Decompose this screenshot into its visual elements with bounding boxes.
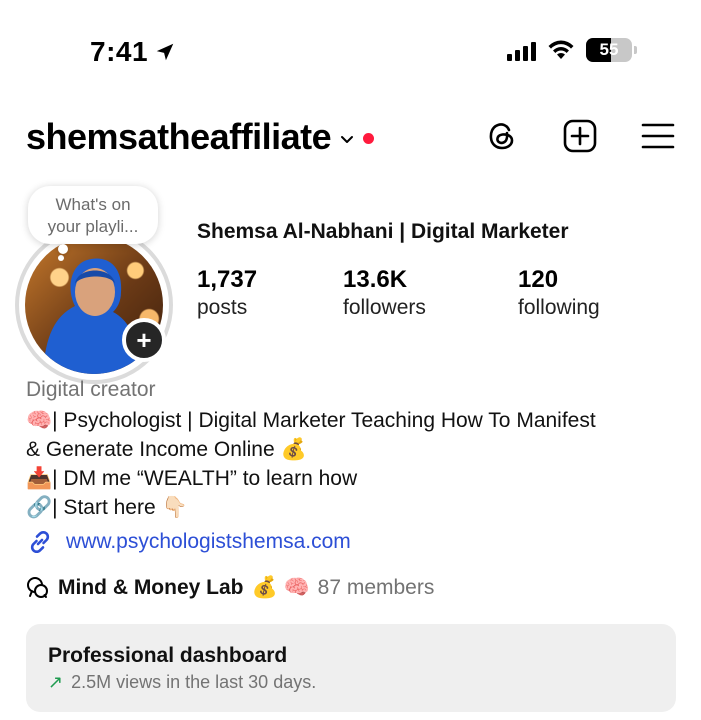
stat-following[interactable]: 120 following [518, 266, 600, 320]
professional-dashboard[interactable]: Professional dashboard ↗ 2.5M views in t… [26, 624, 676, 712]
following-count: 120 [518, 266, 559, 293]
chevron-down-icon[interactable] [339, 132, 355, 148]
note-text: What's on your playli... [47, 195, 139, 236]
dashboard-views: 2.5M views in the last 30 days. [71, 672, 317, 692]
status-bar: 7:41 55 [0, 0, 701, 100]
status-time: 7:41 [90, 36, 176, 68]
dashboard-subtitle: ↗ 2.5M views in the last 30 days. [48, 672, 654, 693]
bio-line: 🧠| Psychologist | Digital Marketer Teach… [26, 409, 596, 432]
note-bubble[interactable]: What's on your playli... [28, 186, 158, 254]
trend-up-icon: ↗ [48, 672, 64, 692]
wifi-icon [548, 40, 574, 59]
stat-posts[interactable]: 1,737 posts [197, 266, 257, 320]
bio-line: 🔗| Start here 👇🏻 [26, 496, 188, 519]
posts-count: 1,737 [197, 266, 258, 293]
profile-header: shemsatheaffiliate [26, 112, 676, 168]
bio-line: 📥| DM me “WEALTH” to learn how [26, 467, 358, 490]
battery-icon: 55 [586, 38, 632, 62]
header-actions [484, 118, 676, 154]
battery-level: 55 [599, 40, 619, 59]
community-chat[interactable]: Mind & Money Lab 💰 🧠 87 members [26, 576, 434, 600]
followers-label: followers [343, 296, 426, 319]
bio-text: 🧠| Psychologist | Digital Marketer Teach… [26, 406, 676, 522]
notification-dot [363, 132, 375, 144]
stat-followers[interactable]: 13.6K followers [343, 266, 426, 320]
community-emojis: 💰 🧠 [251, 576, 310, 599]
community-name[interactable]: Mind & Money Lab [58, 576, 244, 600]
threads-icon[interactable] [484, 118, 520, 154]
posts-label: posts [197, 296, 248, 319]
following-label: following [518, 296, 600, 319]
bio-line: & Generate Income Online 💰 [26, 438, 307, 461]
community-chat-icon [27, 577, 48, 598]
link-icon [30, 530, 50, 554]
status-icons: 55 [507, 38, 637, 62]
link-text[interactable]: www.psychologistshemsa.com [66, 530, 351, 554]
account-switcher[interactable]: shemsatheaffiliate [26, 116, 375, 158]
signal-icon [507, 39, 536, 61]
dashboard-title: Professional dashboard [48, 644, 288, 667]
followers-count: 13.6K [343, 266, 408, 293]
community-members: 87 members [317, 576, 435, 599]
create-plus-icon[interactable] [562, 118, 598, 154]
time-text: 7:41 [90, 36, 149, 67]
location-arrow-icon [156, 43, 174, 61]
menu-icon[interactable] [640, 118, 676, 154]
full-name: Shemsa Al-Nabhani | Digital Marketer [197, 220, 569, 243]
bio-link[interactable]: www.psychologistshemsa.com [26, 528, 351, 556]
username[interactable]: shemsatheaffiliate [26, 116, 332, 158]
add-story-button[interactable]: + [122, 318, 166, 362]
category-label: Digital creator [26, 378, 156, 401]
